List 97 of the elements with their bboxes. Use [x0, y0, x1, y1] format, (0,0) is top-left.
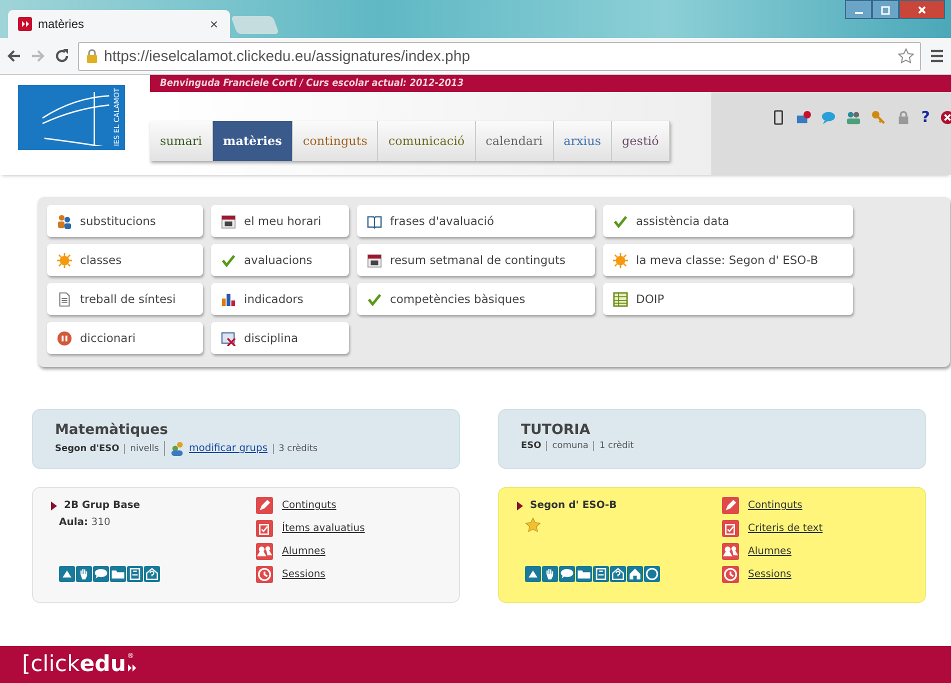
discipline-icon	[221, 330, 236, 346]
group-link[interactable]: Alumnes	[282, 546, 326, 557]
nav-tab[interactable]: gestió	[612, 121, 670, 161]
expand-arrow-icon[interactable]	[517, 500, 523, 510]
bar-chart-icon	[221, 292, 236, 306]
restore-button[interactable]	[872, 0, 899, 19]
document-icon[interactable]	[593, 566, 609, 582]
quick-link-button[interactable]: DOIP	[603, 283, 853, 315]
checklist-icon	[722, 520, 739, 537]
nav-tab[interactable]: arxius	[554, 121, 612, 161]
table-icon	[613, 292, 628, 306]
pencil-icon	[722, 497, 739, 514]
quick-link-button[interactable]: resum setmanal de continguts	[357, 244, 595, 276]
group-name[interactable]: 2B Grup Base	[64, 500, 140, 511]
quick-link-button[interactable]: la meva classe: Segon d' ESO-B	[603, 244, 853, 276]
quick-link-button[interactable]: competències bàsiques	[357, 283, 595, 315]
group-link[interactable]: Sessions	[748, 569, 792, 580]
group-name[interactable]: Segon d' ESO-B	[530, 500, 617, 511]
help-doc-icon[interactable]	[610, 566, 626, 582]
group-link[interactable]: Criteris de text	[748, 523, 823, 534]
subject-meta-text: comuna	[552, 441, 588, 451]
address-bar[interactable]: https://ieselcalamot.clickedu.eu/assignatures/index.php	[78, 42, 921, 70]
browser-tab[interactable]: matèries ×	[8, 10, 230, 38]
clock-icon	[722, 566, 739, 583]
welcome-text: Benvinguda Franciele Corti / Curs escolar actual: 2012-2013	[160, 78, 464, 89]
group-link[interactable]: Continguts	[748, 500, 802, 511]
sun-icon	[613, 252, 628, 268]
minimize-button[interactable]	[845, 0, 872, 19]
quick-link-button[interactable]: frases d'avaluació	[357, 205, 595, 237]
pencil-icon	[256, 497, 273, 514]
quick-link-button[interactable]: classes	[47, 244, 203, 276]
folder-icon[interactable]	[576, 566, 592, 582]
people-icon	[722, 543, 739, 560]
checklist-icon	[256, 520, 273, 537]
group-link[interactable]: Continguts	[282, 500, 336, 511]
quick-link-button[interactable]: indicadors	[211, 283, 349, 315]
subject-title: Matemàtiques	[55, 422, 169, 438]
expand-arrow-icon[interactable]	[51, 500, 57, 510]
close-tab-button[interactable]: ×	[208, 16, 220, 32]
back-icon[interactable]	[6, 48, 22, 64]
people-icon	[57, 214, 72, 228]
hand-icon[interactable]	[542, 566, 558, 582]
classroom-text: Aula: 310	[59, 517, 112, 528]
check-icon	[367, 292, 382, 306]
subject-title: TUTORIA	[521, 422, 592, 438]
calendar-icon	[367, 252, 382, 268]
sun-icon	[57, 252, 72, 268]
quick-link-button[interactable]: el meu horari	[211, 205, 349, 237]
check-icon	[613, 214, 628, 228]
home-icon[interactable]	[627, 566, 643, 582]
nav-tab[interactable]: continguts	[292, 121, 378, 161]
clock-icon	[256, 566, 273, 583]
restore-icon	[880, 4, 890, 14]
close-window-button[interactable]	[899, 0, 945, 19]
calendar-icon	[221, 214, 236, 228]
menu-icon[interactable]	[929, 48, 945, 64]
warning-lock-icon	[85, 49, 99, 63]
nav-tab[interactable]: comunicació	[378, 121, 476, 161]
check-icon	[221, 252, 236, 268]
book-icon	[367, 214, 382, 228]
people-icon	[256, 543, 273, 560]
chat-icon[interactable]	[93, 566, 109, 582]
hand-icon[interactable]	[76, 566, 92, 582]
quick-link-button[interactable]: avaluacions	[211, 244, 349, 276]
quick-link-button[interactable]: substitucions	[47, 205, 203, 237]
nav-tab[interactable]: sumari	[150, 121, 213, 161]
folder-icon[interactable]	[110, 566, 126, 582]
document-icon[interactable]	[127, 566, 143, 582]
footer-logo-text[interactable]: [clickedu	[22, 652, 126, 677]
minimize-icon	[854, 12, 862, 14]
quick-link-button[interactable]: treball de síntesi	[47, 283, 203, 315]
modify-groups-link[interactable]: modificar grups	[189, 443, 268, 454]
quick-link-button[interactable]: diccionari	[47, 322, 203, 354]
subject-meta-text: 3 crèdits	[278, 444, 318, 454]
group-link[interactable]: Ítems avaluatius	[282, 523, 365, 534]
bookmark-star-icon[interactable]	[898, 48, 914, 64]
nav-tab[interactable]: calendari	[476, 121, 554, 161]
people-icon[interactable]	[846, 110, 862, 125]
favorite-star-icon[interactable]	[525, 517, 541, 533]
document-icon	[57, 292, 72, 306]
group-link[interactable]: Sessions	[282, 569, 326, 580]
quick-link-button[interactable]: disciplina	[211, 322, 349, 354]
subject-meta-text: 1 crèdit	[599, 441, 634, 451]
quick-link-button[interactable]: assistència data	[603, 205, 853, 237]
app-favicon-icon	[18, 17, 32, 31]
close-icon	[917, 4, 927, 14]
course-level: ESO	[521, 441, 542, 451]
reload-icon[interactable]	[54, 48, 70, 64]
help-doc-icon[interactable]	[144, 566, 160, 582]
help-button[interactable]: ?	[921, 110, 930, 125]
double-arrow-icon	[128, 664, 138, 672]
chat-icon[interactable]	[559, 566, 575, 582]
group-link[interactable]: Alumnes	[748, 546, 792, 557]
nav-tab[interactable]: matèries	[213, 121, 293, 161]
subject-meta-text: nivells	[130, 444, 159, 454]
course-level: Segon d'ESO	[55, 444, 120, 454]
close-icon[interactable]	[940, 110, 951, 125]
